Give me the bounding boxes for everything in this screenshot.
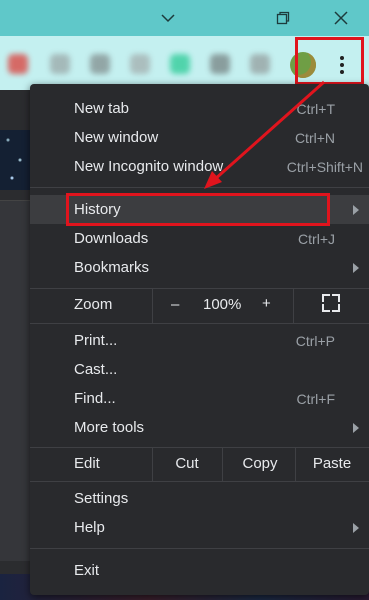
annotation-arrow: [204, 80, 325, 189]
